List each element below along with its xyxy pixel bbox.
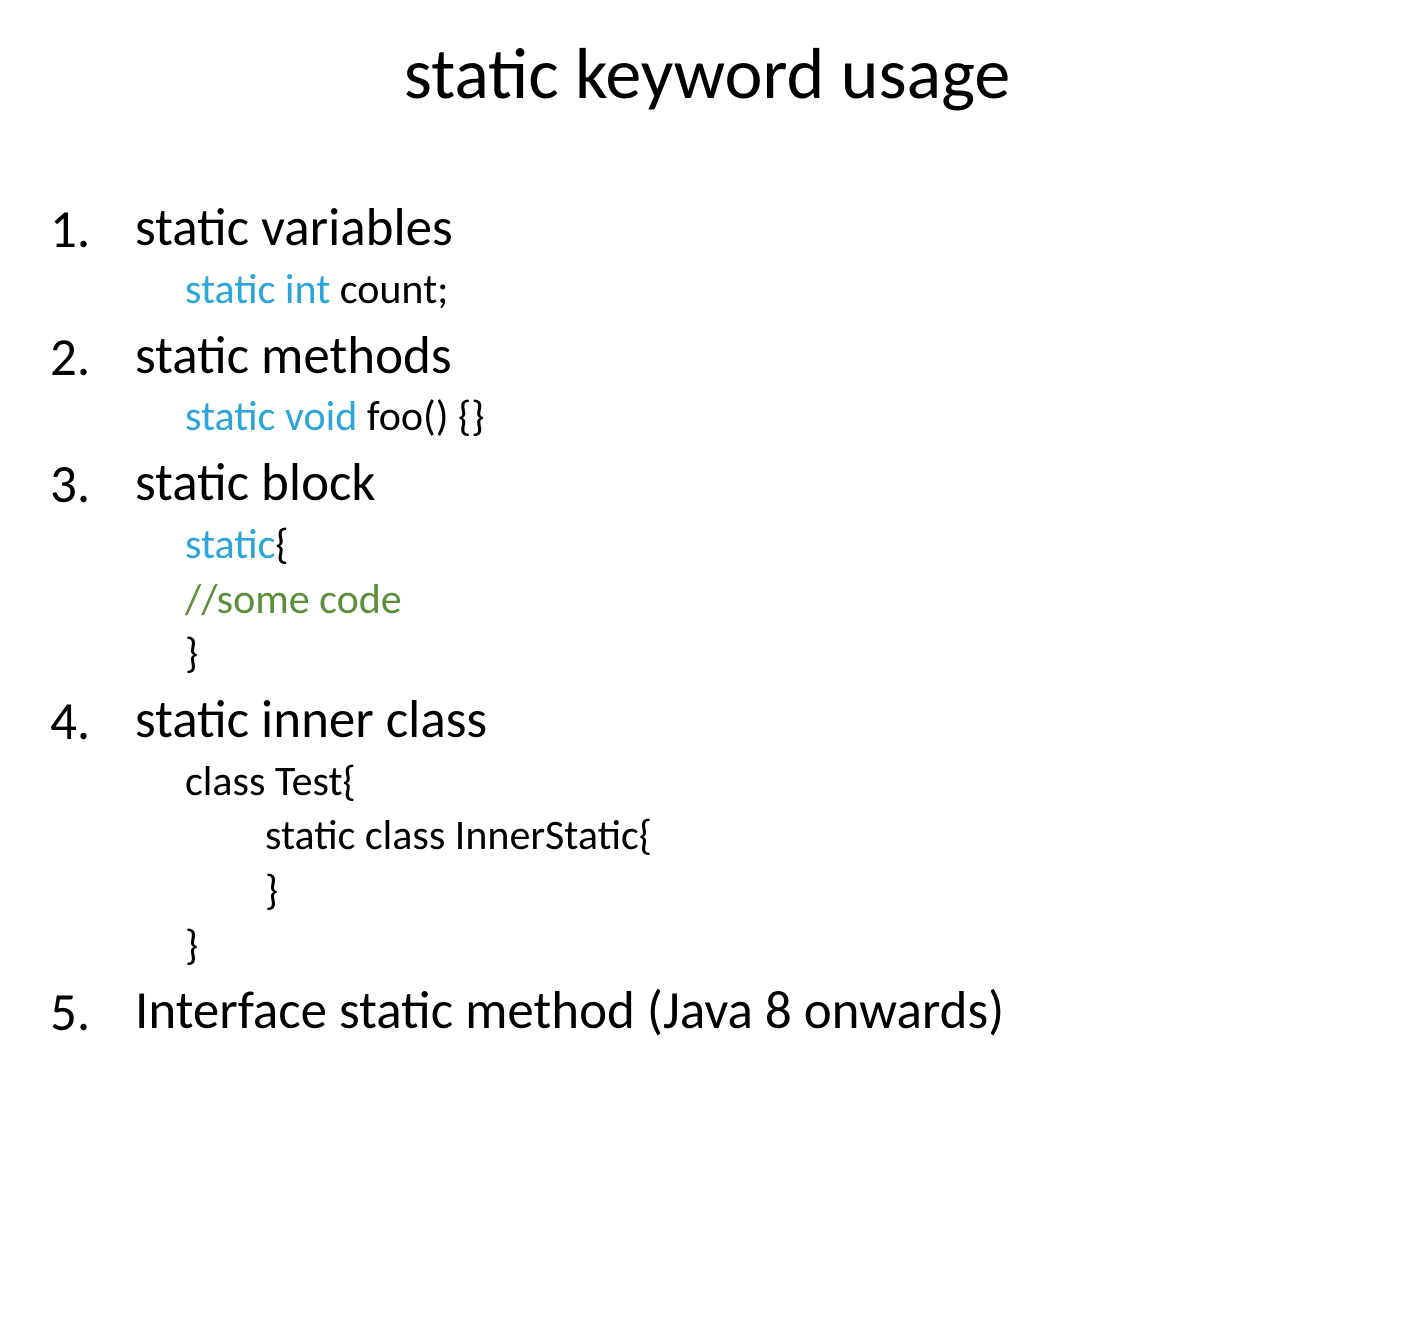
code-keyword: static — [185, 519, 275, 570]
code-text: } — [185, 920, 198, 971]
code-line: } — [185, 627, 1364, 682]
code-text: count; — [340, 264, 449, 315]
code-line: class Test{ — [185, 755, 1364, 810]
code-comment: //some code — [185, 574, 402, 625]
list-item-3: static block static{ //some code } — [50, 453, 1364, 682]
code-block-2: static void foo() {} — [135, 390, 1364, 445]
code-text: { — [275, 519, 288, 570]
code-line: static void foo() {} — [185, 390, 1364, 445]
code-keyword: static void — [185, 391, 367, 442]
slide-title: static keyword usage — [50, 30, 1364, 118]
code-line: static class InnerStatic{ — [185, 809, 1364, 864]
item-title-2: static methods — [135, 326, 1364, 387]
item-title-5: Interface static method (Java 8 onwards) — [135, 981, 1364, 1042]
list-item-2: static methods static void foo() {} — [50, 326, 1364, 446]
list-item-1: static variables static int count; — [50, 198, 1364, 318]
code-text: foo() {} — [367, 391, 485, 442]
code-block-4: class Test{ static class InnerStatic{ } … — [135, 755, 1364, 973]
code-line: static{ — [185, 518, 1364, 573]
code-block-1: static int count; — [135, 263, 1364, 318]
code-line: } — [185, 919, 1364, 974]
code-keyword: static int — [185, 264, 340, 315]
list-item-5: Interface static method (Java 8 onwards) — [50, 981, 1364, 1042]
code-text: } — [265, 865, 278, 916]
code-text: class Test{ — [185, 756, 356, 807]
code-line: //some code — [185, 573, 1364, 628]
code-line: } — [185, 864, 1364, 919]
list-item-4: static inner class class Test{ static cl… — [50, 690, 1364, 973]
code-block-3: static{ //some code } — [135, 518, 1364, 682]
code-line: static int count; — [185, 263, 1364, 318]
item-title-3: static block — [135, 453, 1364, 514]
item-title-1: static variables — [135, 198, 1364, 259]
item-title-4: static inner class — [135, 690, 1364, 751]
code-text: static class InnerStatic{ — [265, 810, 652, 861]
code-text: } — [185, 628, 198, 679]
usage-list: static variables static int count; stati… — [50, 198, 1364, 1042]
